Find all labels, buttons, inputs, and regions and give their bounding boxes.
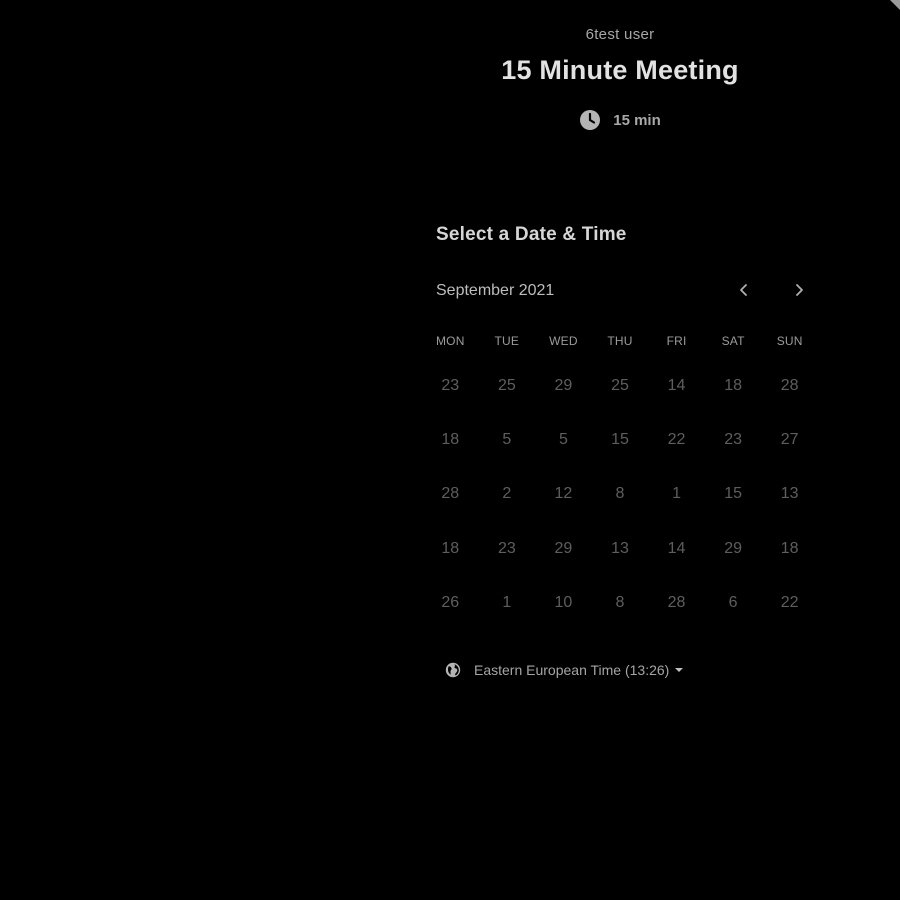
weekday-label: SAT [721,334,745,348]
calendar-day: 23 [724,431,742,449]
calendar-day: 6 [728,593,738,611]
event-title: 15 Minute Meeting [501,55,739,85]
calendar-day: 8 [615,485,625,503]
prev-month-button[interactable] [732,280,756,304]
calendar-day: 2 [502,485,512,503]
weekday-label: MON [435,334,465,348]
calendar-day: 22 [667,431,686,449]
chevron-left-icon [738,283,750,302]
day-grid: 23 25 29 25 14 18 28 18 5 5 15 22 23 27 … [422,361,818,632]
timezone-selector[interactable]: Eastern European Time (13:26) [445,660,684,680]
event-header: 6test user 15 Minute Meeting 15 min [420,24,820,132]
duration-text: 15 min [613,111,661,129]
weekday-label: WED [549,334,578,348]
calendar-day: 22 [780,593,799,611]
section-title: Select a Date & Time [436,224,627,245]
calendar-day: 1 [502,593,512,611]
next-month-button[interactable] [787,280,811,304]
host-name: 6test user [585,26,655,43]
calendar-day: 29 [554,539,573,557]
clock-icon [579,109,601,131]
weekday-label: FRI [666,334,687,348]
calendar-day: 13 [611,539,629,557]
calendar-day: 23 [497,539,516,557]
month-label: September 2021 [436,282,555,299]
calendar-day: 25 [611,377,629,395]
calendar-day: 28 [667,593,686,611]
calendar-day: 14 [667,377,686,395]
corner-fold [890,0,900,10]
weekday-header: MON TUE WED THU FRI SAT SUN [422,330,818,352]
calendar-day: 18 [441,431,460,449]
calendar-day: 14 [667,539,686,557]
calendar-day: 15 [611,431,629,449]
calendar-day: 28 [441,485,460,503]
calendar-day: 23 [441,377,460,395]
calendar-day: 18 [441,539,460,557]
calendar-day: 27 [780,431,799,449]
weekday-label: SUN [776,334,803,348]
calendar-day: 18 [724,377,742,395]
chevron-right-icon [793,283,805,302]
calendar-day: 28 [780,377,799,395]
calendar-day: 5 [502,431,512,449]
duration-row: 15 min [420,108,820,132]
calendar-day: 15 [724,485,742,503]
calendar-day: 5 [558,431,568,449]
calendar-day: 18 [780,539,799,557]
weekday-label: THU [607,334,633,348]
weekday-label: TUE [494,334,520,348]
calendar-day: 29 [554,377,573,395]
calendar-day: 25 [497,377,516,395]
calendar-day: 8 [615,593,625,611]
calendar-day: 1 [672,485,681,503]
calendar-day: 12 [554,485,573,503]
calendar-day: 29 [724,539,742,557]
caret-down-icon [675,668,684,672]
calendar-day: 13 [780,485,799,503]
calendar: MON TUE WED THU FRI SAT SUN 23 25 29 25 … [422,330,818,632]
calendar-day: 26 [441,593,460,611]
timezone-label: Eastern European Time (13:26) [474,662,670,678]
calendar-day: 10 [554,593,573,611]
globe-icon [445,662,461,678]
